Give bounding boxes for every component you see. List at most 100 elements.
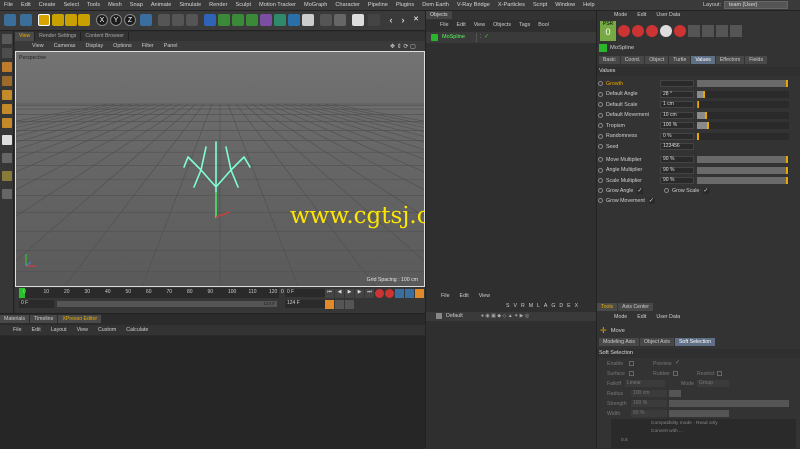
restrict-checkbox[interactable] [717,371,722,376]
floor-icon[interactable] [274,14,286,26]
add-icon[interactable] [730,25,742,37]
psr-badge[interactable]: PSR 0 [600,21,616,41]
tab-values[interactable]: Values [691,56,715,64]
make-editable-icon[interactable] [2,34,12,44]
menu-script[interactable]: Script [529,2,551,8]
tab-xpresso-editor[interactable]: XPresso Editor [58,315,102,323]
layer-toggle-icons[interactable]: ● ◉ ▣ ◆ ◇ ▲ ✦ ▶ ◎ [481,313,529,319]
polygons-mode-icon[interactable] [2,118,12,128]
snap-icon[interactable] [2,135,12,145]
subtab-modeling-axis[interactable]: Modeling Axis [599,338,640,346]
go-start-icon[interactable]: ⏮ [325,289,334,298]
menu-sculpt[interactable]: Sculpt [231,2,255,8]
xpresso-menu-edit[interactable]: Edit [27,325,46,335]
viewport-menu-view[interactable]: View [27,43,49,49]
menu-simulate[interactable]: Simulate [175,2,205,8]
visibility-dots-icon[interactable]: ⁚ [480,34,482,40]
check-box-icon[interactable]: ✓ [648,197,655,204]
viewport-menu-cameras[interactable]: Cameras [49,43,81,49]
tools-menu-mode[interactable]: Mode [609,313,632,322]
layer-column-a[interactable]: A [544,302,547,311]
layer-column-g[interactable]: G [551,302,555,311]
layer-row-default[interactable]: Default ● ◉ ▣ ◆ ◇ ▲ ✦ ▶ ◎ [426,312,596,321]
objects-menu-file[interactable]: File [436,21,453,30]
record-position-icon[interactable] [618,25,630,37]
prev-key-icon[interactable]: ◀ [335,289,344,298]
strength-field[interactable]: 100 % [631,400,667,407]
workplane-icon[interactable] [2,76,12,86]
layer-column-e[interactable]: E [567,302,570,311]
menu-mograph[interactable]: MoGraph [300,2,331,8]
param-slider[interactable] [697,122,789,129]
layer-column-m[interactable]: M [529,302,533,311]
render-view-icon[interactable] [158,14,170,26]
menu-dem-earth[interactable]: Dem Earth [418,2,453,8]
attributes-menu-user-data[interactable]: User Data [651,11,685,20]
param-key-icon[interactable] [325,299,334,309]
chevron-right-icon[interactable]: › [397,14,409,26]
menu-file[interactable]: File [0,2,17,8]
param-value[interactable]: 100 % [660,122,694,129]
menu-plugins[interactable]: Plugins [392,2,418,8]
strength-slider[interactable] [669,400,789,407]
tools-menu-user-data[interactable]: User Data [651,313,685,322]
tab-content-browser[interactable]: Content Browser [81,32,129,41]
light-icon[interactable] [302,14,314,26]
tab-tools[interactable]: Tools [597,303,618,311]
tab-objects[interactable]: Objects [426,11,452,19]
param-key-dot[interactable] [598,144,603,149]
x-axis-icon[interactable]: X [96,14,108,26]
menu-create[interactable]: Create [35,2,60,8]
mospline-tree[interactable] [176,132,256,222]
chevron-left-icon[interactable]: ‹ [385,14,397,26]
key-icon[interactable] [660,25,672,37]
tab-axis-center[interactable]: Axis Center [618,303,653,311]
param-key-dot[interactable] [598,167,603,173]
render-picture-viewer-icon[interactable] [172,14,184,26]
layer-column-r[interactable]: R [521,302,525,311]
param-key-dot[interactable] [598,188,603,193]
param-value[interactable]: 10 cm [660,111,694,119]
check-row[interactable]: Grow Scale ✓ [664,186,710,195]
tab-timeline[interactable]: Timeline [30,315,58,323]
menu-render[interactable]: Render [205,2,231,8]
surface-checkbox[interactable] [629,371,634,376]
objects-menu-tags[interactable]: Tags [515,21,534,30]
xpresso-menu-layout[interactable]: Layout [46,325,72,335]
layout-dropdown[interactable]: team (User) [724,1,788,9]
param-row[interactable]: Scale Multiplier 90 % [598,176,798,185]
param-row[interactable]: Tropism 100 % [598,121,798,130]
cube-icon[interactable] [204,14,216,26]
radius-field[interactable]: 100 cm [631,390,667,397]
param-key-dot[interactable] [598,102,603,107]
menu-motion-tracker[interactable]: Motion Tracker [255,2,300,8]
param-row[interactable]: Default Scale 1 cm [598,100,798,109]
xpresso-canvas[interactable] [0,336,425,449]
falloff-dropdown[interactable]: Linear [625,380,665,387]
layer-column-x[interactable]: X [575,302,578,311]
plugin-icon[interactable] [320,14,332,26]
search-icon[interactable] [716,25,728,37]
menu-window[interactable]: Window [551,2,579,8]
check-row[interactable]: Grow Movement ✓ [598,196,655,205]
objects-menu-view[interactable]: View [470,21,489,30]
param-key-dot[interactable] [598,112,603,118]
rotate-icon[interactable] [78,14,90,26]
width-field[interactable]: 50 % [631,410,667,417]
objects-menu-objects[interactable]: Objects [489,21,515,30]
param-row[interactable]: Seed 123456 [598,142,798,151]
model-mode-icon[interactable] [2,48,12,58]
param-row[interactable]: Default Angle 28 ° [598,90,798,99]
y-axis-icon[interactable]: Y [110,14,122,26]
rubber-checkbox[interactable] [673,371,678,376]
python-icon[interactable] [334,14,346,26]
close-icon[interactable]: ✕ [410,14,422,26]
check-box-icon[interactable]: ✓ [703,187,710,194]
layers-menu-file[interactable]: File [436,292,455,301]
menu-help[interactable]: Help [579,2,599,8]
end-frame-field[interactable]: 124 F [285,300,325,308]
viewport-nav-icons[interactable]: ✥ ⇕ ⟳ ▢ [390,43,416,50]
param-key-dot[interactable] [598,123,603,128]
subdivision-icon[interactable] [232,14,244,26]
menu-character[interactable]: Character [331,2,364,8]
